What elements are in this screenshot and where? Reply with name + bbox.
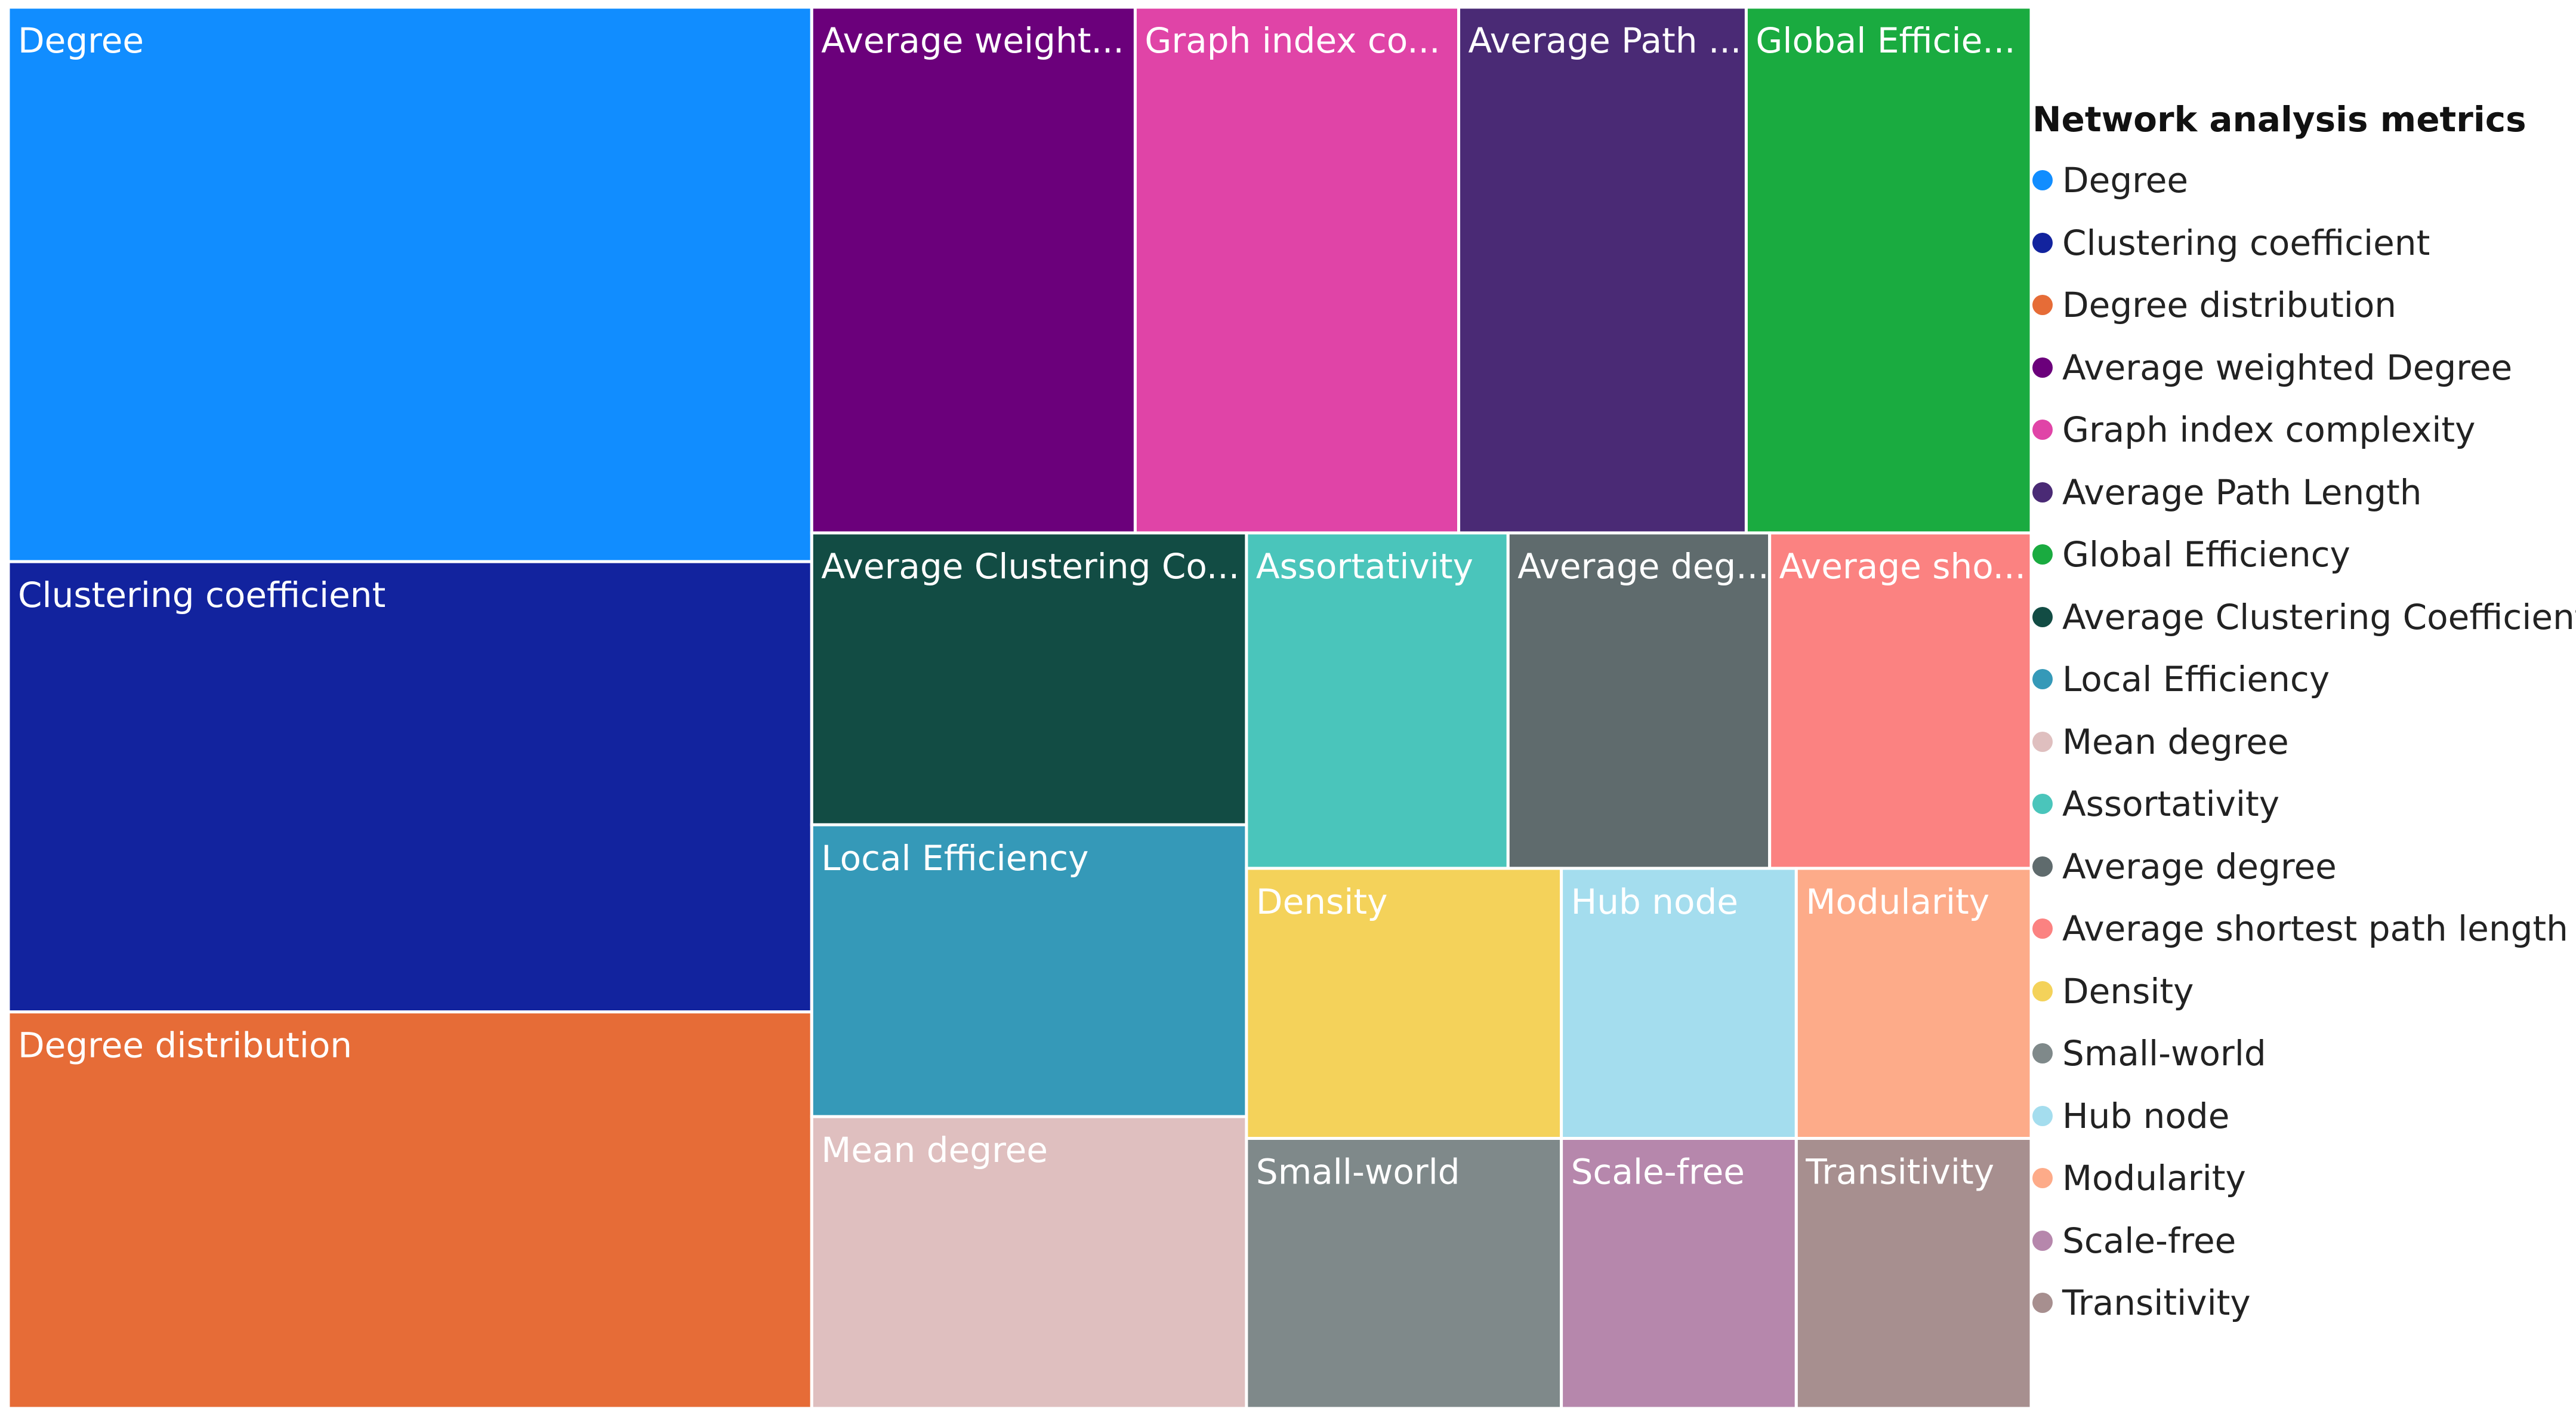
legend-item-average-shortest-path-length[interactable]: Average shortest path length <box>2032 898 2572 960</box>
legend-dot-icon <box>2032 295 2053 316</box>
tile-clustering-coefficient[interactable] <box>7 560 813 1014</box>
legend-dot-icon <box>2032 1293 2053 1314</box>
legend-label: Small-world <box>2062 1033 2266 1074</box>
legend-item-global-efficiency[interactable]: Global Efficiency <box>2032 523 2572 586</box>
legend-item-scale-free[interactable]: Scale-free <box>2032 1210 2572 1272</box>
tile-average-weighted-degree[interactable] <box>810 5 1137 535</box>
legend-dot-icon <box>2032 918 2053 939</box>
legend-dot-icon <box>2032 232 2053 253</box>
legend: Network analysis metrics Degree Clusterin… <box>2032 90 2576 1334</box>
legend-dot-icon <box>2032 482 2053 503</box>
legend-label: Average degree <box>2062 846 2337 887</box>
legend-dot-icon <box>2032 420 2053 440</box>
treemap-tiles: Degree Clustering coefficient Degree distr… <box>7 5 2033 1410</box>
tile-label-hub-node: Hub node <box>1571 881 1738 922</box>
tile-degree[interactable] <box>7 5 813 563</box>
tile-graph-index-complexity[interactable] <box>1133 5 1461 535</box>
legend-label: Clustering coefficient <box>2062 222 2430 263</box>
legend-dot-icon <box>2032 1230 2053 1251</box>
tile-label-average-shortest-path-length: Average sho... <box>1779 546 2026 587</box>
legend-item-transitivity[interactable]: Transitivity <box>2032 1272 2572 1334</box>
tile-label-local-efficiency: Local Efficiency <box>821 838 1088 878</box>
legend-label: Local Efficiency <box>2062 659 2330 700</box>
legend-item-hub-node[interactable]: Hub node <box>2032 1085 2572 1148</box>
tile-global-efficiency[interactable] <box>1744 5 2033 535</box>
legend-dot-icon <box>2032 544 2053 565</box>
tile-label-graph-index-complexity: Graph index co... <box>1144 20 1440 61</box>
tile-label-density: Density <box>1256 881 1388 922</box>
legend-label: Degree <box>2062 160 2189 201</box>
legend-item-average-clustering-coefficient[interactable]: Average Clustering Coefficient <box>2032 586 2576 649</box>
tile-label-global-efficiency: Global Efficie... <box>1756 20 2015 61</box>
legend-dot-icon <box>2032 1043 2053 1064</box>
legend-item-assortativity[interactable]: Assortativity <box>2032 773 2572 836</box>
legend-item-local-efficiency[interactable]: Local Efficiency <box>2032 648 2572 711</box>
legend-label: Graph index complexity <box>2062 409 2476 451</box>
legend-label: Global Efficiency <box>2062 534 2350 575</box>
legend-item-average-degree[interactable]: Average degree <box>2032 836 2572 898</box>
legend-label: Density <box>2062 970 2194 1012</box>
tile-label-average-weighted-degree: Average weight... <box>821 20 1124 61</box>
legend-label: Average Path Length <box>2062 471 2422 513</box>
tile-label-small-world: Small-world <box>1256 1152 1460 1192</box>
tile-label-mean-degree: Mean degree <box>821 1130 1048 1170</box>
legend-item-average-weighted-degree[interactable]: Average weighted Degree <box>2032 337 2572 399</box>
legend-label: Average shortest path length <box>2062 908 2568 950</box>
legend-dot-icon <box>2032 1168 2053 1189</box>
legend-label: Average weighted Degree <box>2062 347 2513 388</box>
treemap-chart: Degree Clustering coefficient Degree distr… <box>7 5 2033 1410</box>
legend-label: Modularity <box>2062 1158 2246 1199</box>
legend-item-density[interactable]: Density <box>2032 960 2572 1023</box>
tile-label-modularity: Modularity <box>1806 881 1989 922</box>
legend-dot-icon <box>2032 170 2053 191</box>
tile-label-transitivity: Transitivity <box>1805 1152 1994 1192</box>
legend-item-small-world[interactable]: Small-world <box>2032 1022 2572 1085</box>
legend-dot-icon <box>2032 856 2053 877</box>
legend-dot-icon <box>2032 1105 2053 1126</box>
legend-label: Hub node <box>2062 1095 2230 1136</box>
legend-dot-icon <box>2032 731 2053 752</box>
legend-title: Network analysis metrics <box>2032 99 2526 140</box>
tile-label-average-clustering-coefficient: Average Clustering Co... <box>821 546 1239 587</box>
tile-label-scale-free: Scale-free <box>1571 1152 1745 1192</box>
legend-item-modularity[interactable]: Modularity <box>2032 1147 2572 1210</box>
legend-label: Transitivity <box>2062 1283 2251 1324</box>
legend-item-degree[interactable]: Degree <box>2032 149 2572 212</box>
legend-item-average-path-length[interactable]: Average Path Length <box>2032 461 2572 524</box>
legend-item-mean-degree[interactable]: Mean degree <box>2032 711 2572 773</box>
legend-dot-icon <box>2032 794 2053 815</box>
tile-label-average-degree: Average deg... <box>1517 546 1769 587</box>
tile-label-clustering-coefficient: Clustering coefficient <box>18 575 385 615</box>
legend-item-degree-distribution[interactable]: Degree distribution <box>2032 274 2572 337</box>
legend-dot-icon <box>2032 981 2053 1001</box>
tile-label-average-path-length: Average Path ... <box>1469 20 1742 61</box>
tile-degree-distribution[interactable] <box>7 1010 813 1410</box>
legend-items: Degree Clustering coefficient Degree distr… <box>2032 149 2576 1334</box>
legend-label: Mean degree <box>2062 721 2289 762</box>
legend-item-clustering-coefficient[interactable]: Clustering coefficient <box>2032 212 2572 275</box>
tile-label-degree-distribution: Degree distribution <box>18 1025 352 1066</box>
legend-label: Assortativity <box>2062 784 2280 825</box>
legend-dot-icon <box>2032 669 2053 690</box>
legend-label: Degree distribution <box>2062 285 2397 326</box>
legend-item-graph-index-complexity[interactable]: Graph index complexity <box>2032 399 2572 461</box>
legend-dot-icon <box>2032 606 2053 627</box>
legend-dot-icon <box>2032 357 2053 378</box>
legend-label: Scale-free <box>2062 1220 2236 1261</box>
tile-label-degree: Degree <box>18 20 144 61</box>
tile-average-path-length[interactable] <box>1457 5 1748 535</box>
legend-label: Average Clustering Coefficient <box>2062 596 2576 637</box>
tile-label-assortativity: Assortativity <box>1256 546 1473 587</box>
